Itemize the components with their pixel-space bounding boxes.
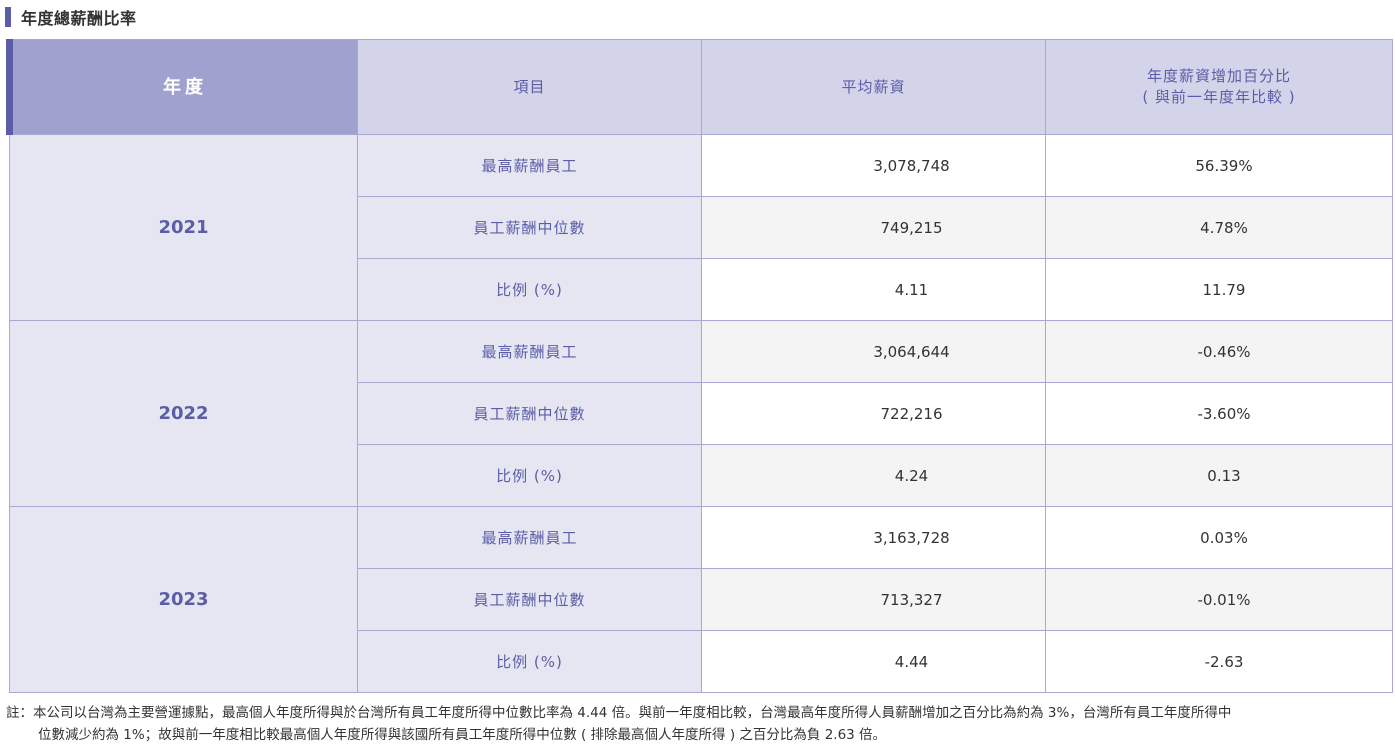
average-salary-cell: 713,327 [701,568,1046,631]
item-cell: 比例 (%) [357,444,702,507]
item-cell: 員工薪酬中位數 [357,382,702,445]
item-cell: 員工薪酬中位數 [357,196,702,259]
increase-percent-cell: 11.79 [1045,258,1393,321]
average-salary-cell: 3,078,748 [701,134,1046,197]
header-average-salary: 平均薪資 [701,39,1046,135]
item-cell: 比例 (%) [357,630,702,693]
increase-percent-cell: -2.63 [1045,630,1393,693]
average-salary-cell: 722,216 [701,382,1046,445]
compensation-ratio-table: 年度 項目 平均薪資 年度薪資增加百分比 ( 與前一年度年比較 ) 2021 最… [6,39,1393,693]
increase-percent-cell: 0.03% [1045,506,1393,569]
header-year: 年度 [6,39,358,135]
footnote: 註：本公司以台灣為主要營運據點，最高個人年度所得與於台灣所有員工年度所得中位數比… [6,702,1390,746]
title-accent-bar [5,7,11,27]
average-salary-cell: 3,064,644 [701,320,1046,383]
increase-percent-cell: -0.01% [1045,568,1393,631]
average-salary-cell: 4.11 [701,258,1046,321]
item-cell: 最高薪酬員工 [357,506,702,569]
table-row: 2022 最高薪酬員工 3,064,644 -0.46% [9,320,1393,507]
increase-percent-cell: 56.39% [1045,134,1393,197]
section-title: 年度總薪酬比率 [5,6,137,28]
footnote-line1: 註：本公司以台灣為主要營運據點，最高個人年度所得與於台灣所有員工年度所得中位數比… [6,705,1232,721]
item-cell: 最高薪酬員工 [357,320,702,383]
header-increase-percent: 年度薪資增加百分比 ( 與前一年度年比較 ) [1045,39,1393,135]
table-header-row: 年度 項目 平均薪資 年度薪資增加百分比 ( 與前一年度年比較 ) [6,39,1393,135]
footnote-line2: 位數減少約為 1%；故與前一年度相比較最高個人年度所得與該國所有員工年度所得中位… [38,727,887,743]
item-cell: 比例 (%) [357,258,702,321]
average-salary-cell: 4.44 [701,630,1046,693]
year-cell: 2022 [9,320,358,507]
year-cell: 2021 [9,134,358,321]
increase-percent-cell: 0.13 [1045,444,1393,507]
header-increase-percent-line2: ( 與前一年度年比較 ) [1142,88,1296,106]
table-row: 2021 最高薪酬員工 3,078,748 56.39% [9,134,1393,321]
year-cell: 2023 [9,506,358,693]
table-row: 2023 最高薪酬員工 3,163,728 0.03% [9,506,1393,693]
increase-percent-cell: 4.78% [1045,196,1393,259]
average-salary-cell: 749,215 [701,196,1046,259]
increase-percent-cell: -0.46% [1045,320,1393,383]
increase-percent-cell: -3.60% [1045,382,1393,445]
average-salary-cell: 4.24 [701,444,1046,507]
page-title: 年度總薪酬比率 [21,9,137,28]
item-cell: 最高薪酬員工 [357,134,702,197]
header-item: 項目 [357,39,702,135]
average-salary-cell: 3,163,728 [701,506,1046,569]
item-cell: 員工薪酬中位數 [357,568,702,631]
header-increase-percent-line1: 年度薪資增加百分比 [1146,67,1291,85]
